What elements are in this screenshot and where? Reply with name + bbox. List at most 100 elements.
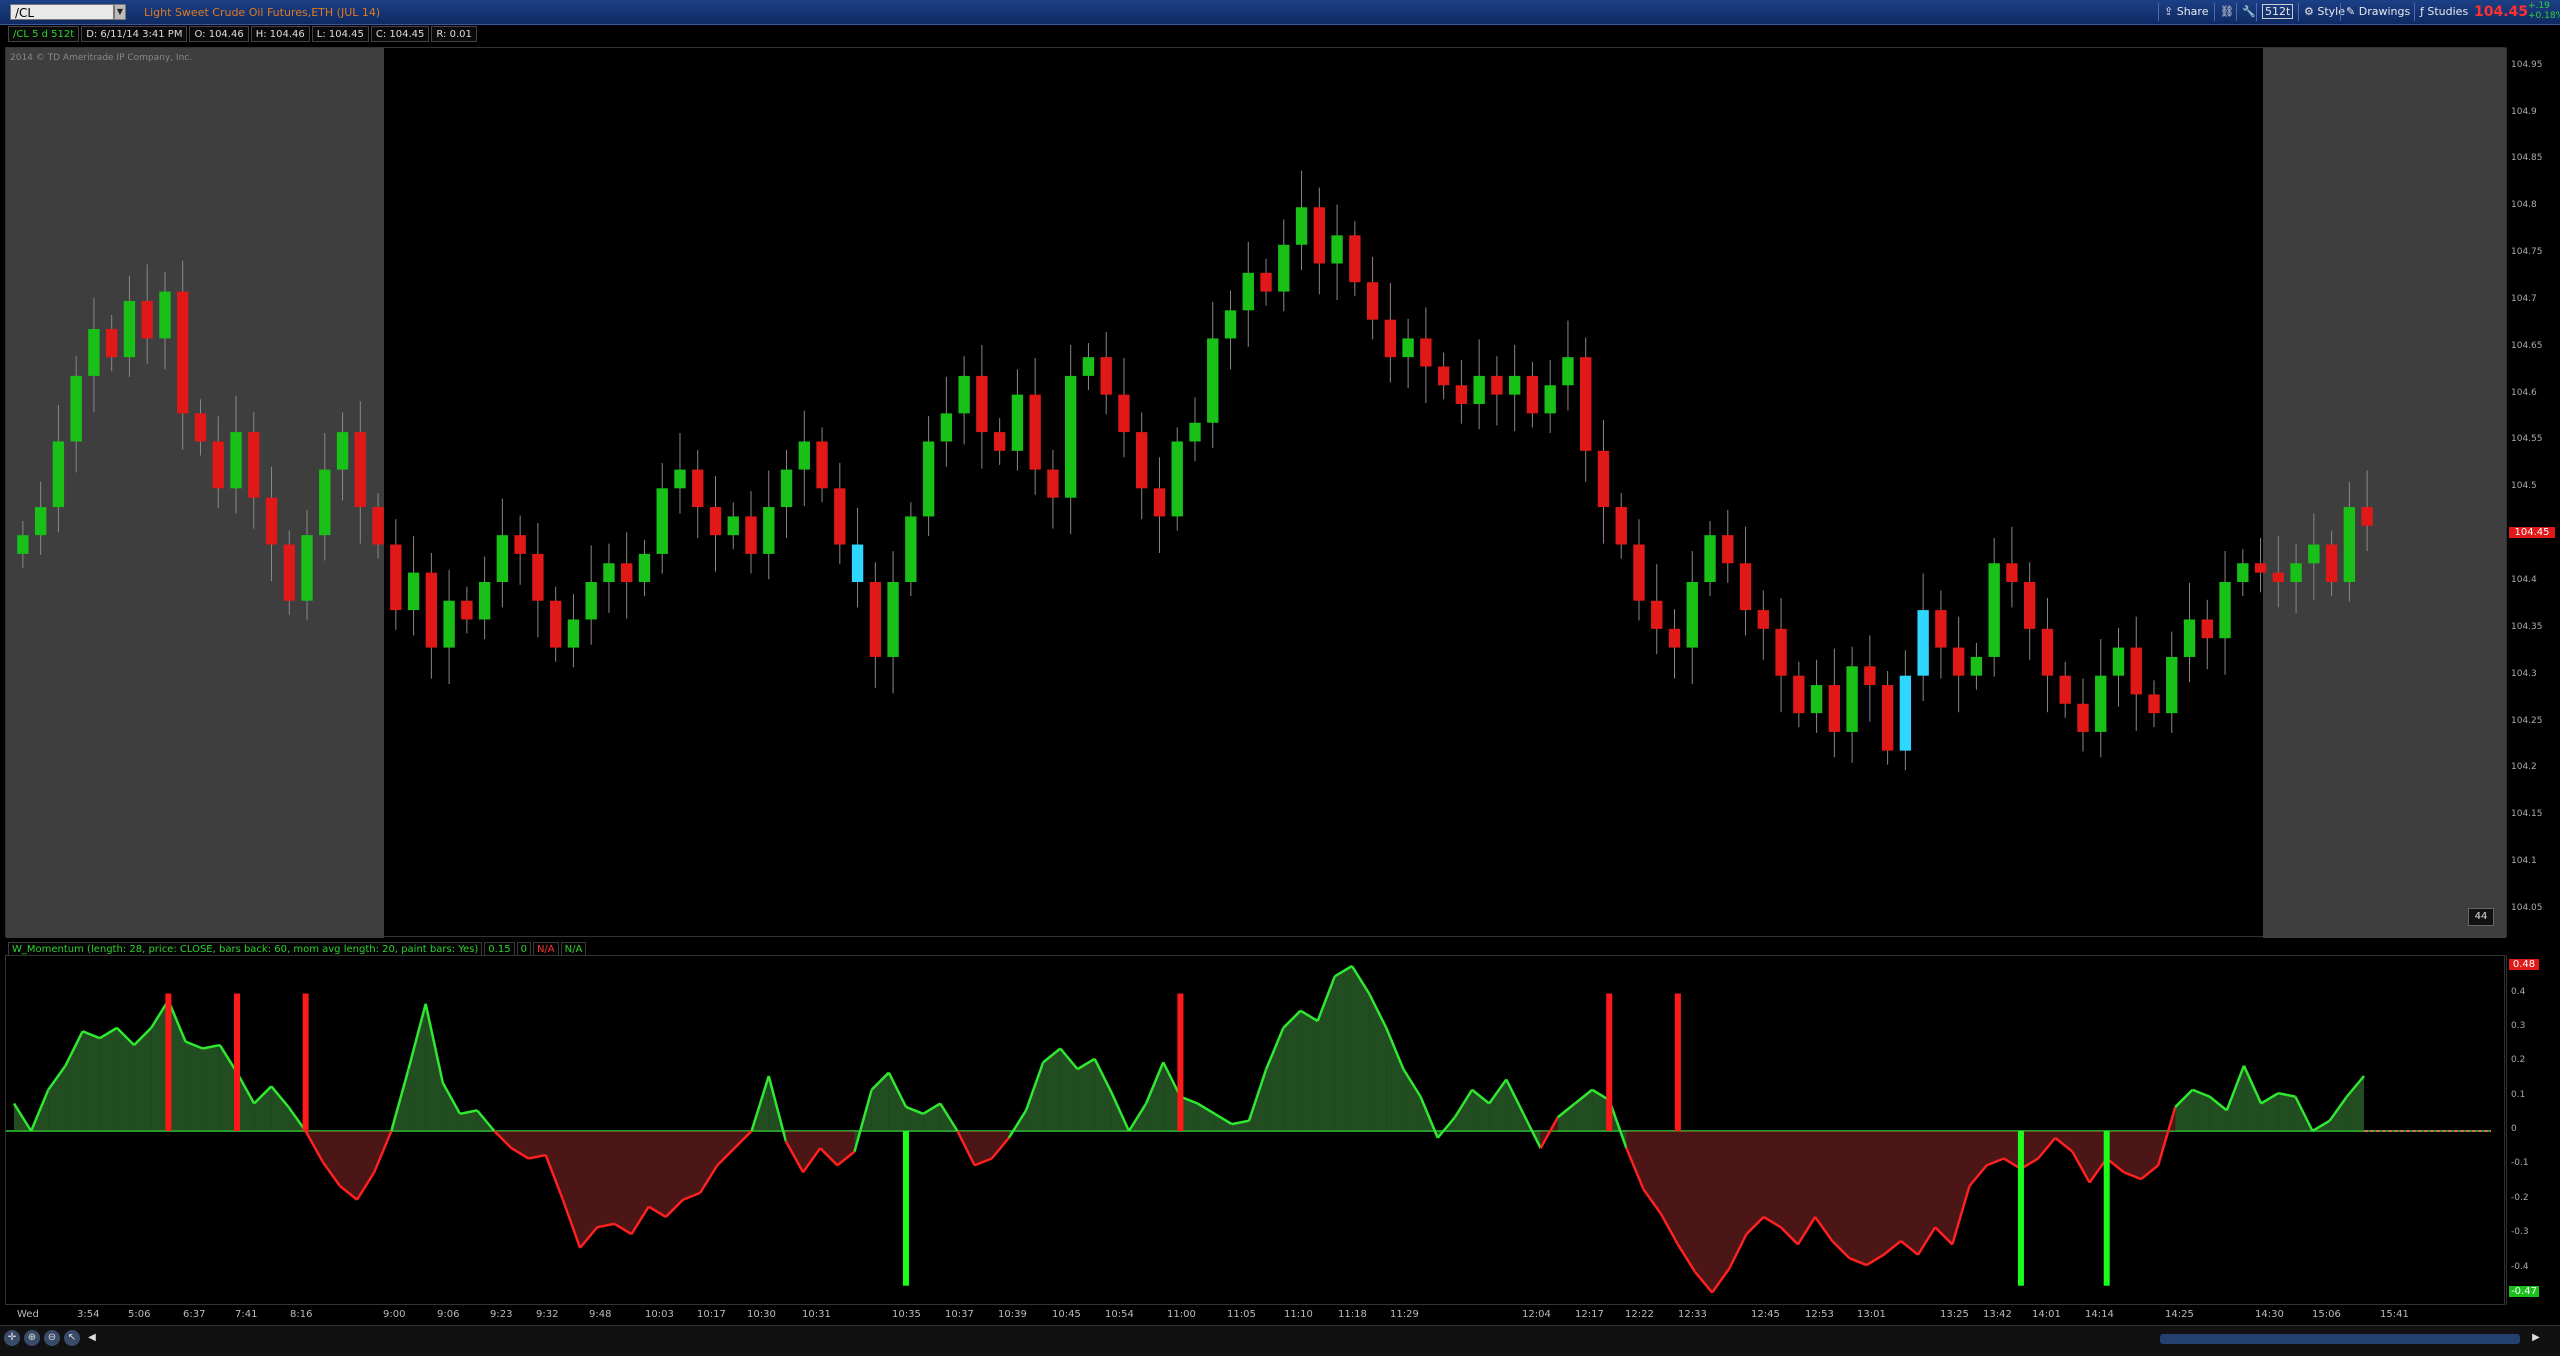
- candle-body: [301, 535, 313, 601]
- candle-body: [1366, 282, 1379, 320]
- zoom-in-icon[interactable]: ⊕: [24, 1330, 40, 1346]
- candle-body: [2325, 544, 2338, 582]
- momentum-area-segment: [837, 1131, 855, 1166]
- scroll-left-icon[interactable]: ◀: [84, 1330, 100, 1346]
- chart-id: /CL 5 d 512t: [8, 26, 80, 42]
- high-value: H: 104.46: [250, 26, 310, 42]
- study-label[interactable]: W_Momentum (length: 28, price: CLOSE, ba…: [8, 942, 483, 956]
- time-tick-label: 10:54: [1105, 1309, 1134, 1320]
- momentum-tick-label: 0.4: [2511, 986, 2526, 997]
- candle-body: [869, 582, 882, 657]
- timeframe-button[interactable]: 512t: [2256, 3, 2298, 21]
- candle-body: [1686, 582, 1698, 648]
- time-tick-label: 14:25: [2165, 1309, 2194, 1320]
- time-tick-label: 10:37: [945, 1309, 974, 1320]
- candle-body: [1881, 685, 1894, 751]
- time-tick-label: 13:01: [1857, 1309, 1886, 1320]
- price-tick-label: 104.15: [2511, 809, 2543, 820]
- share-button[interactable]: ⇪ Share: [2158, 3, 2213, 21]
- candle-body: [1278, 244, 1290, 292]
- candle-body: [1562, 357, 1574, 386]
- candle-body: [2219, 582, 2231, 639]
- momentum-area-segment: [1334, 966, 1352, 1131]
- candle-body: [372, 507, 384, 545]
- momentum-area-segment: [820, 1131, 838, 1166]
- momentum-area-segment: [1077, 1058, 1095, 1131]
- candle-body: [940, 413, 953, 442]
- price-axis[interactable]: 104.95 104.9 104.85 104.8 104.75 104.7 104.65 1…: [2506, 47, 2560, 937]
- signal-bar-green: [2103, 1131, 2110, 1286]
- price-tick-label: 104.85: [2511, 153, 2543, 164]
- candle-body: [585, 582, 597, 620]
- candle-body: [727, 516, 739, 536]
- signal-bar-green: [902, 1131, 909, 1286]
- net-change-percent: +0.18%: [2528, 11, 2560, 21]
- candle-body: [1349, 235, 1361, 283]
- momentum-area-segment: [271, 1086, 289, 1131]
- time-tick-label: 15:06: [2312, 1309, 2341, 1320]
- time-tick-label: 6:37: [183, 1309, 206, 1320]
- momentum-area-segment: [357, 1131, 375, 1200]
- price-tick-label: 104.55: [2511, 434, 2543, 445]
- candle-body: [1491, 375, 1503, 395]
- candle-body: [1384, 319, 1397, 358]
- candle-body: [2183, 619, 2196, 657]
- scroll-right-icon[interactable]: ▶: [2528, 1330, 2544, 1346]
- price-tick-label: 104.3: [2511, 668, 2537, 679]
- candle-body: [2166, 656, 2178, 714]
- symbol-dropdown-chevron-icon[interactable]: ▼: [114, 4, 126, 20]
- price-chart[interactable]: [5, 47, 2506, 938]
- momentum-area-segment: [717, 1131, 735, 1166]
- momentum-area-segment: [1369, 993, 1387, 1131]
- candle-body: [1633, 544, 1645, 601]
- momentum-area-segment: [1918, 1131, 1936, 1255]
- studies-button[interactable]: ƒ Studies: [2414, 3, 2473, 21]
- momentum-area-segment: [1094, 1058, 1112, 1131]
- zoom-out-icon[interactable]: ⊖: [44, 1330, 60, 1346]
- momentum-area-segment: [254, 1086, 272, 1131]
- time-tick-label: 5:06: [128, 1309, 151, 1320]
- time-tick-label: 12:33: [1678, 1309, 1707, 1320]
- pointer-icon[interactable]: ↖: [64, 1330, 80, 1346]
- candle-body: [1082, 357, 1095, 376]
- symbol-input[interactable]: /CL: [10, 4, 114, 20]
- candle-body: [496, 535, 509, 582]
- horizontal-scrollbar[interactable]: [2160, 1334, 2520, 1344]
- crosshair-icon[interactable]: ✛: [4, 1330, 20, 1346]
- candle-body: [283, 544, 295, 601]
- momentum-area-segment: [1695, 1131, 1713, 1293]
- study-value-3: N/A: [532, 942, 559, 956]
- momentum-area-segment: [1712, 1131, 1730, 1293]
- candle-body: [230, 432, 242, 489]
- candle-body: [1242, 272, 1254, 311]
- price-tick-label: 104.5: [2511, 481, 2537, 492]
- momentum-area-segment: [2209, 1096, 2227, 1131]
- candle-body: [1952, 647, 1965, 676]
- drawings-button[interactable]: ✎ Drawings: [2340, 3, 2415, 21]
- candle-body: [922, 441, 935, 517]
- time-tick-label: 7:41: [235, 1309, 258, 1320]
- price-tick-label: 104.9: [2511, 106, 2537, 117]
- time-tick-label: 12:45: [1751, 1309, 1780, 1320]
- time-axis[interactable]: Wed 3:54 5:06 6:37 7:41 8:16 9:00 9:06 9:23 9:32 9…: [5, 1305, 2505, 1325]
- candle-body: [2237, 563, 2249, 582]
- price-tick-label: 104.2: [2511, 762, 2537, 773]
- signal-bar-green: [2017, 1131, 2024, 1286]
- momentum-tick-label: -0.2: [2511, 1192, 2529, 1203]
- candle-body: [1420, 338, 1432, 367]
- candle-body: [834, 488, 846, 545]
- momentum-area-segment: [682, 1131, 701, 1200]
- candle-body: [478, 582, 491, 620]
- candle-body: [798, 441, 810, 470]
- candle-body: [1100, 357, 1112, 395]
- time-tick-label: 13:42: [1983, 1309, 2012, 1320]
- indicator-axis[interactable]: 0.4 0.3 0.2 0.1 0 -0.1 -0.2 -0.3 -0.4 0.48 -0.47: [2506, 955, 2560, 1305]
- candle-body: [549, 600, 562, 648]
- momentum-area-segment: [48, 1065, 66, 1131]
- instrument-title: Light Sweet Crude Oil Futures,ETH (JUL 1…: [144, 6, 381, 19]
- price-tick-label: 104.8: [2511, 200, 2537, 211]
- candle-body: [1473, 375, 1485, 404]
- momentum-area-segment: [1729, 1131, 1747, 1269]
- momentum-tick-label: 0: [2511, 1124, 2517, 1134]
- momentum-indicator-panel[interactable]: [5, 955, 2505, 1305]
